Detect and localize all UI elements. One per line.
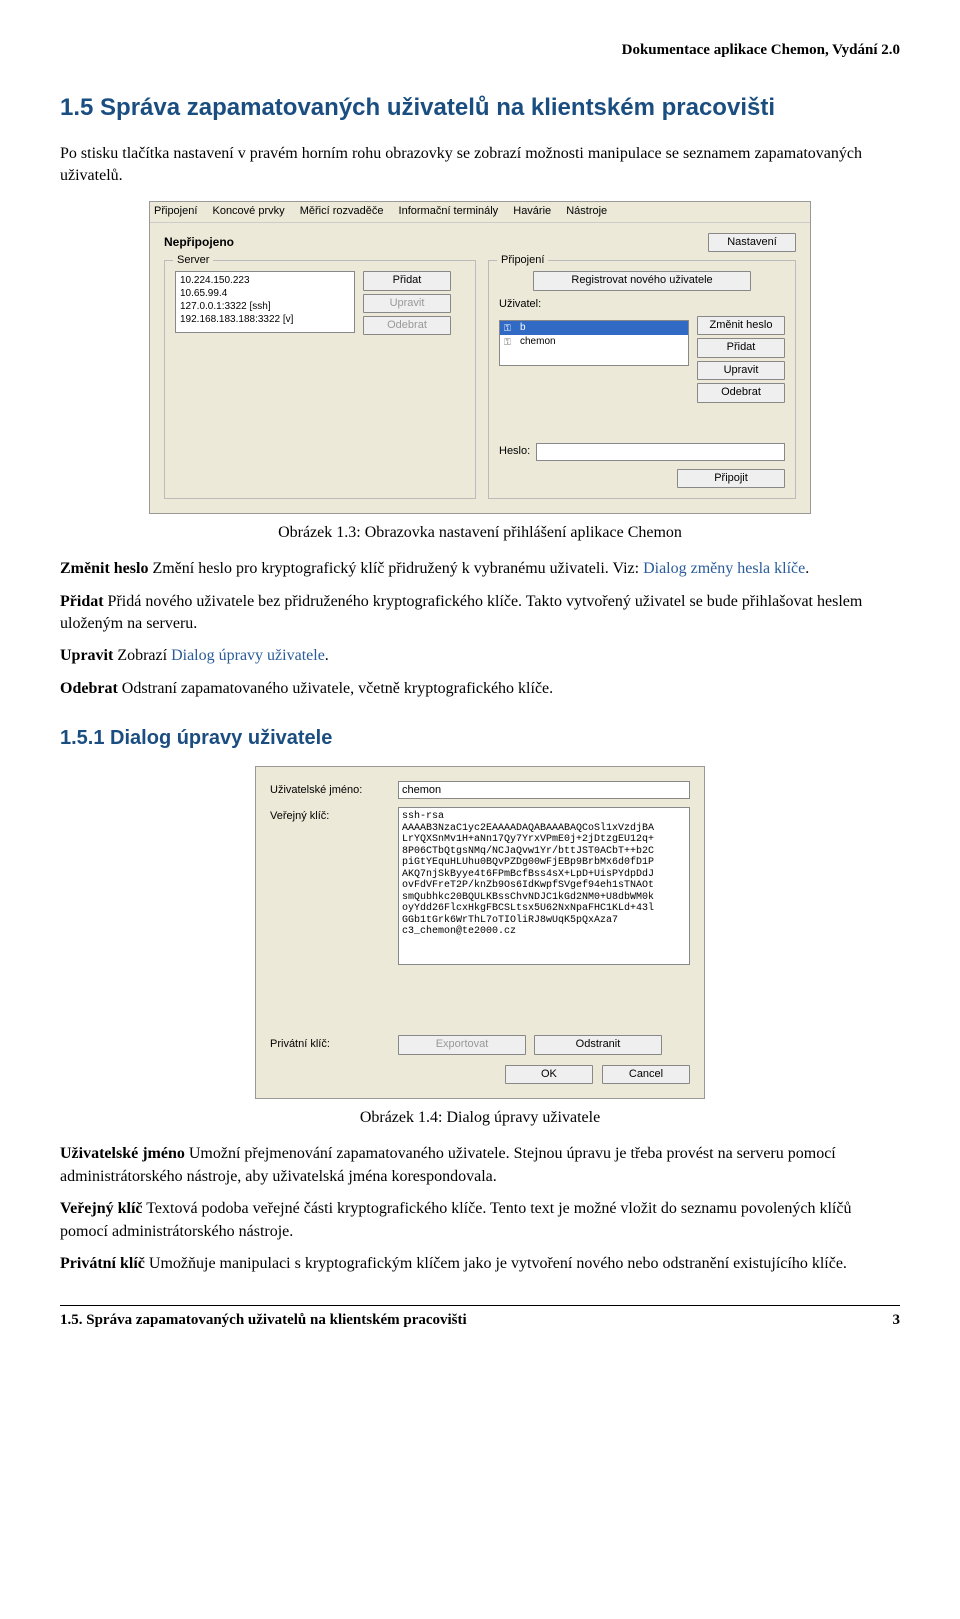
username-input[interactable] (398, 781, 690, 799)
def-body: Odstraní zapamatovaného uživatele, včetn… (122, 680, 553, 697)
screenshot-edit-user-dialog: Uživatelské jméno: Veřejný klíč: ssh-rsa… (255, 766, 705, 1099)
server-legend: Server (173, 253, 213, 268)
user-name: chemon (520, 335, 556, 349)
connection-status: Nepřipojeno (164, 234, 234, 251)
user-row-selected[interactable]: ⚿ b (500, 321, 688, 335)
user-name: b (520, 321, 526, 335)
section-title: 1.5 Správa zapamatovaných uživatelů na k… (60, 91, 900, 125)
def-term: Upravit (60, 647, 113, 664)
privkey-label: Privátní klíč: (270, 1037, 390, 1052)
user-row[interactable]: ⚿ chemon (500, 335, 688, 349)
link-change-password-dialog[interactable]: Dialog změny hesla klíče (643, 560, 805, 577)
register-user-button[interactable]: Registrovat nového uživatele (533, 271, 751, 290)
menu-item[interactable]: Informační terminály (399, 205, 499, 217)
def-term: Změnit heslo (60, 560, 148, 577)
server-item[interactable]: 10.65.99.4 (180, 287, 350, 300)
pubkey-label: Veřejný klíč: (270, 807, 390, 824)
delete-key-button[interactable]: Odstranit (534, 1035, 662, 1054)
connection-legend: Připojení (497, 253, 548, 268)
server-add-button[interactable]: Přidat (363, 271, 451, 290)
def-term: Privátní klíč (60, 1255, 145, 1272)
server-edit-button[interactable]: Upravit (363, 294, 451, 313)
def-body: Umožňuje manipulaci s kryptografickým kl… (149, 1255, 847, 1272)
footer-rule (60, 1305, 900, 1306)
link-edit-user-dialog[interactable]: Dialog úpravy uživatele (171, 647, 325, 664)
def-term: Přidat (60, 593, 104, 610)
server-item[interactable]: 192.168.183.188:3322 [v] (180, 313, 350, 326)
password-label: Heslo: (499, 444, 530, 459)
ok-button[interactable]: OK (505, 1065, 593, 1084)
user-list[interactable]: ⚿ b ⚿ chemon (499, 320, 689, 366)
def-term: Odebrat (60, 680, 118, 697)
user-edit-button[interactable]: Upravit (697, 361, 785, 380)
text: Změní heslo pro kryptografický klíč přid… (152, 560, 643, 577)
user-label: Uživatel: (499, 297, 785, 312)
def-term: Veřejný klíč (60, 1200, 143, 1217)
text: Zobrazí (117, 647, 171, 664)
pubkey-textarea[interactable]: ssh-rsa AAAAB3NzaC1yc2EAAAADAQABAAABAQCo… (398, 807, 690, 965)
cancel-button[interactable]: Cancel (602, 1065, 690, 1084)
page-number: 3 (893, 1310, 901, 1331)
menubar: Připojení Koncové prvky Měřicí rozvaděče… (150, 202, 810, 222)
menu-item[interactable]: Měřicí rozvaděče (300, 205, 384, 217)
menu-item[interactable]: Připojení (154, 205, 197, 217)
user-add-button[interactable]: Přidat (697, 338, 785, 357)
def-body: Zobrazí Dialog úpravy uživatele. (117, 647, 328, 664)
username-label: Uživatelské jméno: (270, 781, 390, 798)
menu-item[interactable]: Koncové prvky (212, 205, 284, 217)
def-term: Uživatelské jméno (60, 1145, 185, 1162)
figure-caption: Obrázek 1.4: Dialog úpravy uživatele (60, 1107, 900, 1129)
doc-header: Dokumentace aplikace Chemon, Vydání 2.0 (60, 40, 900, 61)
text: . (325, 647, 329, 664)
def-body: Přidá nového uživatele bez přidruženého … (60, 593, 862, 632)
def-body: Změní heslo pro kryptografický klíč přid… (152, 560, 809, 577)
key-icon: ⚿ (504, 323, 514, 333)
key-icon: ⚿ (504, 337, 514, 347)
intro-paragraph: Po stisku tlačítka nastavení v pravém ho… (60, 143, 900, 188)
def-body: Textová podoba veřejné části kryptografi… (60, 1200, 851, 1239)
server-remove-button[interactable]: Odebrat (363, 316, 451, 335)
connect-button[interactable]: Připojit (677, 469, 785, 488)
menu-item[interactable]: Nástroje (566, 205, 607, 217)
footer-left: 1.5. Správa zapamatovaných uživatelů na … (60, 1310, 467, 1331)
subsection-number: 1.5.1 (60, 727, 104, 749)
subsection-title: 1.5.1 Dialog úpravy uživatele (60, 724, 900, 752)
menu-item[interactable]: Havárie (513, 205, 551, 217)
subsection-heading: Dialog úpravy uživatele (110, 727, 332, 749)
section-number: 1.5 (60, 94, 93, 121)
server-item[interactable]: 10.224.150.223 (180, 274, 350, 287)
server-item[interactable]: 127.0.0.1:3322 [ssh] (180, 300, 350, 313)
section-heading: Správa zapamatovaných uživatelů na klien… (100, 94, 775, 121)
settings-button[interactable]: Nastavení (708, 233, 796, 252)
text: . (805, 560, 809, 577)
user-remove-button[interactable]: Odebrat (697, 383, 785, 402)
password-input[interactable] (536, 443, 785, 461)
figure-caption: Obrázek 1.3: Obrazovka nastavení přihláš… (60, 522, 900, 544)
change-password-button[interactable]: Změnit heslo (697, 316, 785, 335)
export-button[interactable]: Exportovat (398, 1035, 526, 1054)
server-list[interactable]: 10.224.150.223 10.65.99.4 127.0.0.1:3322… (175, 271, 355, 333)
screenshot-settings: Připojení Koncové prvky Měřicí rozvaděče… (149, 201, 811, 514)
